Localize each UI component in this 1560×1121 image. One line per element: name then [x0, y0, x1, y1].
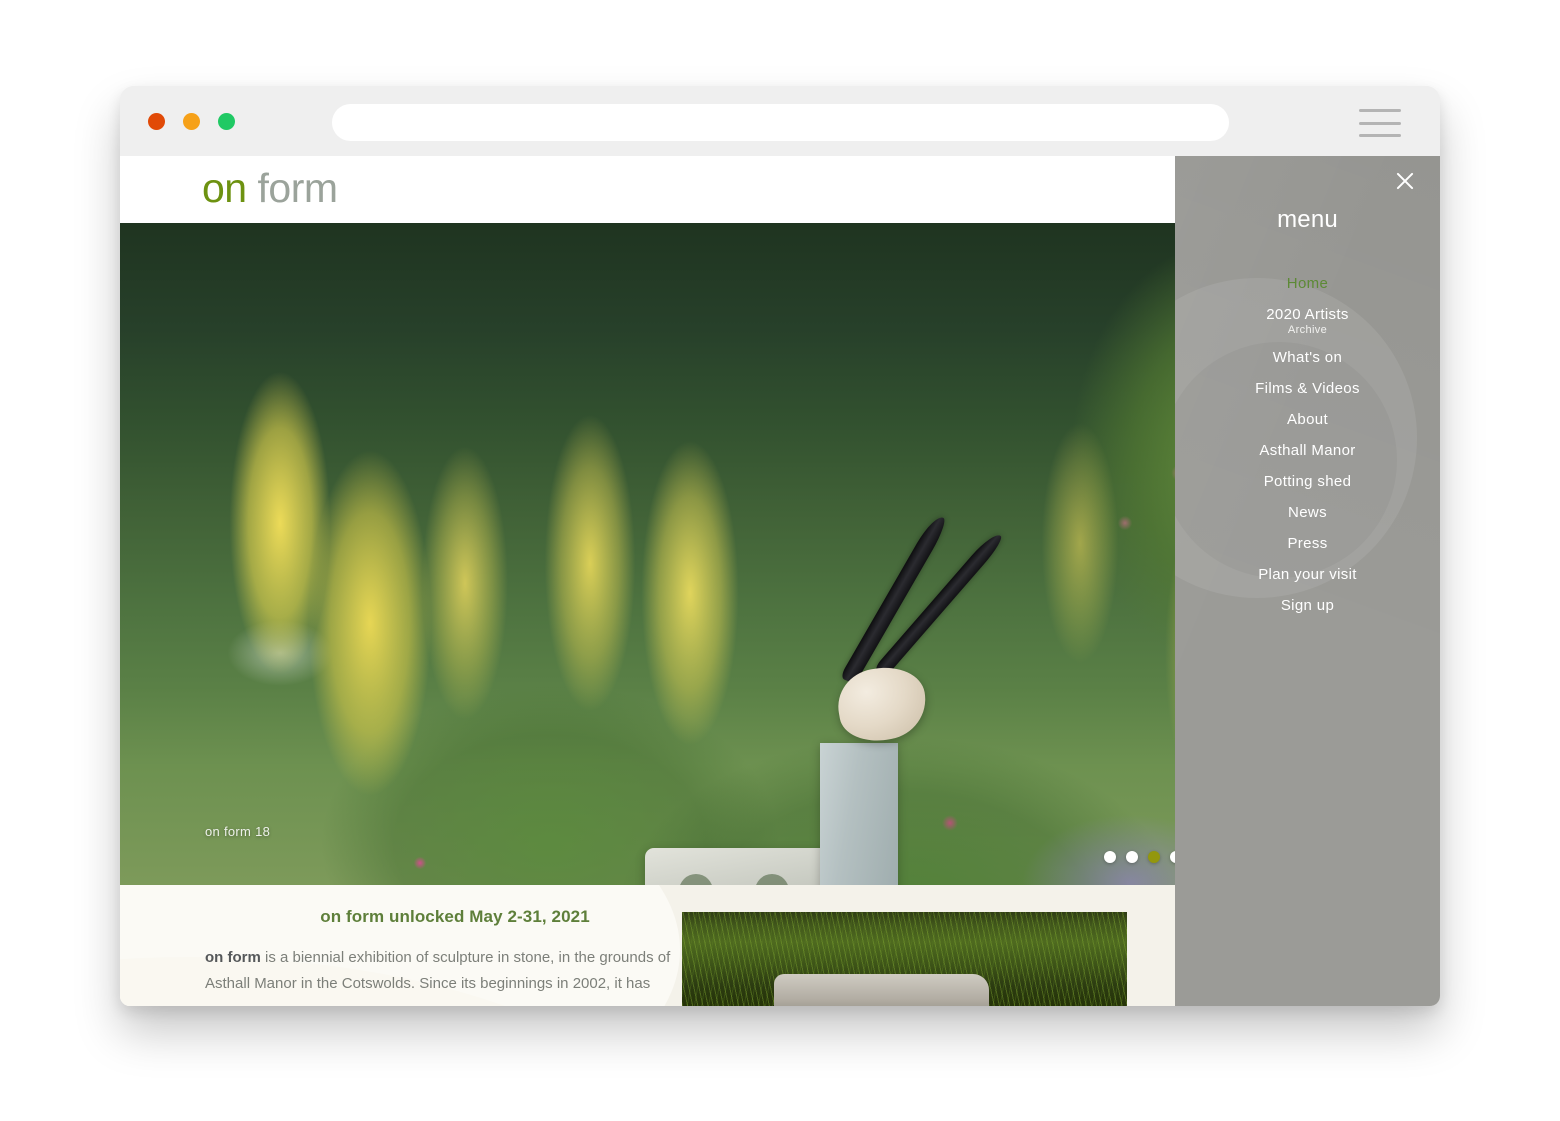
- menu-item-home[interactable]: Home: [1175, 268, 1440, 299]
- menu-item-about[interactable]: About: [1175, 404, 1440, 435]
- menu-list-item: News: [1175, 497, 1440, 528]
- intro-heading: on form unlocked May 2-31, 2021: [320, 907, 590, 926]
- menu-item-potting-shed[interactable]: Potting shed: [1175, 466, 1440, 497]
- close-window-button[interactable]: [148, 113, 165, 130]
- menu-item-films-videos[interactable]: Films & Videos: [1175, 373, 1440, 404]
- menu-list-item: Potting shed: [1175, 466, 1440, 497]
- menu-list-item: Films & Videos: [1175, 373, 1440, 404]
- intro-paragraph: on form is a biennial exhibition of scul…: [205, 945, 705, 997]
- menu-item-whats-on[interactable]: What's on: [1175, 342, 1440, 373]
- minimize-window-button[interactable]: [183, 113, 200, 130]
- url-input[interactable]: [332, 104, 1229, 141]
- page-viewport: on form menu sign up on form 18: [120, 156, 1440, 1006]
- hamburger-icon[interactable]: [1359, 109, 1401, 137]
- menu-panel-title: menu: [1277, 206, 1338, 233]
- menu-list-item: What's on: [1175, 342, 1440, 373]
- slideout-menu-panel: menu Home 2020 Artists Archive What's on…: [1175, 156, 1440, 1006]
- intro-body-rest: is a biennial exhibition of sculpture in…: [205, 949, 671, 992]
- carousel-dot-1[interactable]: [1104, 851, 1116, 863]
- menu-item-list: Home 2020 Artists Archive What's on Film…: [1175, 268, 1440, 621]
- hamburger-line: [1359, 121, 1401, 125]
- menu-list-item: Plan your visit: [1175, 559, 1440, 590]
- carousel-dot-3[interactable]: [1148, 851, 1160, 863]
- close-icon[interactable]: [1392, 168, 1418, 194]
- window-controls: [148, 113, 235, 130]
- hamburger-line: [1359, 134, 1401, 137]
- menu-list-item: Asthall Manor: [1175, 435, 1440, 466]
- hamburger-line: [1359, 109, 1401, 112]
- browser-window: on form menu sign up on form 18: [120, 86, 1440, 1006]
- carousel-dot-2[interactable]: [1126, 851, 1138, 863]
- menu-item-sign-up[interactable]: Sign up: [1175, 590, 1440, 621]
- logo-text-on: on: [202, 165, 247, 211]
- hero-caption: on form 18: [205, 824, 271, 839]
- intro-thumbnail-image[interactable]: [682, 912, 1127, 1006]
- site-logo[interactable]: on form: [202, 165, 338, 212]
- menu-list-item: Press: [1175, 528, 1440, 559]
- intro-brand: on form: [205, 949, 261, 966]
- menu-item-asthall-manor[interactable]: Asthall Manor: [1175, 435, 1440, 466]
- menu-item-press[interactable]: Press: [1175, 528, 1440, 559]
- intro-text-block: on form unlocked May 2-31, 2021 on form …: [205, 885, 705, 997]
- sculpture-plinth: [820, 743, 898, 885]
- maximize-window-button[interactable]: [218, 113, 235, 130]
- menu-item-plan-your-visit[interactable]: Plan your visit: [1175, 559, 1440, 590]
- browser-titlebar: [120, 86, 1440, 156]
- menu-list-item: Sign up: [1175, 590, 1440, 621]
- menu-list-item: Home: [1175, 268, 1440, 299]
- menu-item-news[interactable]: News: [1175, 497, 1440, 528]
- logo-text-form: form: [257, 165, 339, 211]
- menu-item-archive[interactable]: Archive: [1175, 324, 1440, 342]
- menu-list-item: About: [1175, 404, 1440, 435]
- menu-list-item: Archive: [1175, 324, 1440, 342]
